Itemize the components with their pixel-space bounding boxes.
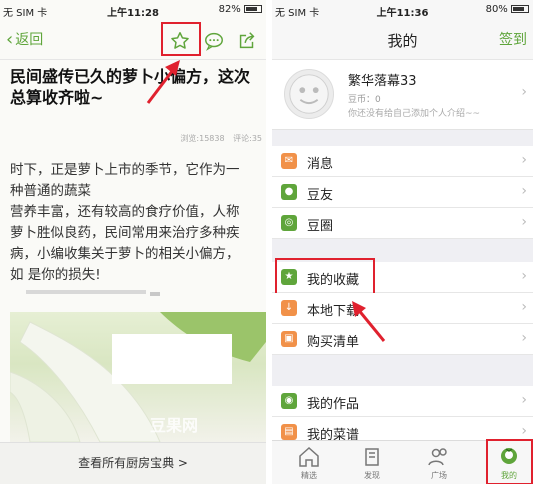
status-bar: 无 SIM 卡 上午11:28 82% <box>0 0 266 20</box>
body-line: 种普通的蔬菜 <box>10 183 91 199</box>
circle-icon: ◎ <box>281 215 297 231</box>
menu-item-label: 我的作品 <box>307 397 360 412</box>
menu-item-shopping-list[interactable]: ▣ 购买清单 › <box>272 324 533 355</box>
chevron-right-icon: › <box>521 299 527 315</box>
battery-percent: 82% <box>218 4 241 15</box>
home-icon <box>299 446 319 467</box>
battery-status: 82% <box>219 4 262 15</box>
checkin-button[interactable]: 签到 <box>499 29 527 49</box>
article-title: 民间盛传已久的萝卜小偏方，这次总算收齐啦~ <box>10 67 251 107</box>
page-title: 我的 <box>387 32 418 50</box>
comment-count: 评论:35 <box>233 134 262 143</box>
mine-tab-highlight-box <box>486 439 533 484</box>
battery-icon <box>511 5 529 13</box>
menu-item-label: 本地下载 <box>307 304 360 319</box>
profile-screen: 无 SIM 卡 上午11:36 80% 我的 签到 繁华落幕33 豆币：0 你还… <box>272 0 533 484</box>
profile-card[interactable]: 繁华落幕33 豆币：0 你还没有给自己添加个人介绍~~ › <box>272 60 533 130</box>
chevron-right-icon: › <box>521 392 527 408</box>
article-screen: 无 SIM 卡 上午11:28 82% ‹ 返回 民间盛传已久的萝卜小偏方，这次总… <box>0 0 266 484</box>
chevron-right-icon: › <box>521 268 527 284</box>
download-icon: ↓ <box>281 300 297 316</box>
redaction-patch <box>112 334 232 384</box>
chevron-right-icon: › <box>521 214 527 230</box>
camera-icon: ◉ <box>281 393 297 409</box>
person-icon: ● <box>281 184 297 200</box>
menu-item-messages[interactable]: ✉ 消息 › <box>272 146 533 177</box>
article-meta: 浏览:15838 评论:35 <box>174 133 262 144</box>
menu-item-circles[interactable]: ◎ 豆圈 › <box>272 208 533 239</box>
username: 繁华落幕33 <box>348 74 417 89</box>
people-icon <box>428 448 447 466</box>
bean-balance: 豆币：0 <box>348 95 381 105</box>
tab-bar: 精选 发现 广场 我的 <box>272 439 533 484</box>
battery-percent: 80% <box>485 4 508 15</box>
view-count: 浏览:15838 <box>180 134 225 143</box>
tab-label: 发现 <box>364 471 380 480</box>
chevron-left-icon: ‹ <box>6 29 14 50</box>
radish-photo: 豆果网 <box>10 312 266 442</box>
share-icon[interactable] <box>236 30 258 52</box>
profile-intro: 你还没有给自己添加个人介绍~~ <box>348 109 481 119</box>
battery-fill <box>246 7 258 11</box>
article-navbar: ‹ 返回 <box>0 20 266 60</box>
status-bar: 无 SIM 卡 上午11:36 80% <box>272 0 533 20</box>
comment-icon[interactable] <box>203 30 225 52</box>
back-button[interactable]: ‹ 返回 <box>6 29 43 50</box>
menu-item-label: 消息 <box>307 157 334 172</box>
tab-square[interactable]: 广场 <box>414 443 464 481</box>
menu-group-collections: ★ 我的收藏 › ↓ 本地下载 › ▣ 购买清单 › <box>272 258 533 355</box>
tab-discover[interactable]: 发现 <box>347 443 397 481</box>
chevron-right-icon: › <box>521 330 527 346</box>
back-label: 返回 <box>15 32 44 48</box>
chevron-right-icon: › <box>521 84 527 100</box>
body-line: 病，小编收集关于萝卜的相关小偏方， <box>10 246 240 262</box>
menu-item-label: 购买清单 <box>307 335 360 350</box>
menu-group-social: ✉ 消息 › ● 豆友 › ◎ 豆圈 › <box>272 146 533 239</box>
menu-item-downloads[interactable]: ↓ 本地下载 › <box>272 293 533 324</box>
star-highlight-box <box>161 22 201 56</box>
body-line: 营养丰富，还有较高的食疗价值，人称 <box>10 204 240 220</box>
battery-icon <box>244 5 262 13</box>
avatar <box>284 69 334 119</box>
menu-item-works[interactable]: ◉ 我的作品 › <box>272 386 533 417</box>
battery-fill <box>513 7 524 11</box>
photo-watermark: 豆果网 <box>150 416 199 435</box>
menu-item-label: 豆圈 <box>307 219 334 234</box>
body-line: 如 是你的损失! <box>10 267 101 283</box>
tab-featured[interactable]: 精选 <box>284 443 334 481</box>
tab-label: 广场 <box>431 471 447 480</box>
all-tips-link[interactable]: 查看所有厨房宝典 > <box>0 442 266 484</box>
article-body: 时下，正是萝卜上市的季节，它作为一 种普通的蔬菜 营养丰富，还有较高的食疗价值，… <box>10 160 260 286</box>
body-line: 时下，正是萝卜上市的季节，它作为一 <box>10 162 240 178</box>
battery-status: 80% <box>486 4 529 15</box>
redaction-bar <box>150 292 160 296</box>
discover-icon <box>365 448 379 466</box>
redaction-bar <box>26 290 146 294</box>
menu-item-friends[interactable]: ● 豆友 › <box>272 177 533 208</box>
body-line: 萝卜胜似良药，民间常用来治疗多种疾 <box>10 225 240 241</box>
chevron-right-icon: › <box>521 183 527 199</box>
chevron-right-icon: › <box>521 423 527 439</box>
recipe-icon: ▤ <box>281 424 297 440</box>
menu-item-favorites[interactable]: ★ 我的收藏 › <box>272 258 533 295</box>
menu-item-label: 豆友 <box>307 188 334 203</box>
gift-icon: ▣ <box>281 331 297 347</box>
chevron-right-icon: › <box>521 152 527 168</box>
envelope-icon: ✉ <box>281 153 297 169</box>
tab-label: 精选 <box>301 471 317 480</box>
profile-navbar: 我的 签到 <box>272 20 533 60</box>
favorites-highlight-box <box>275 258 375 295</box>
